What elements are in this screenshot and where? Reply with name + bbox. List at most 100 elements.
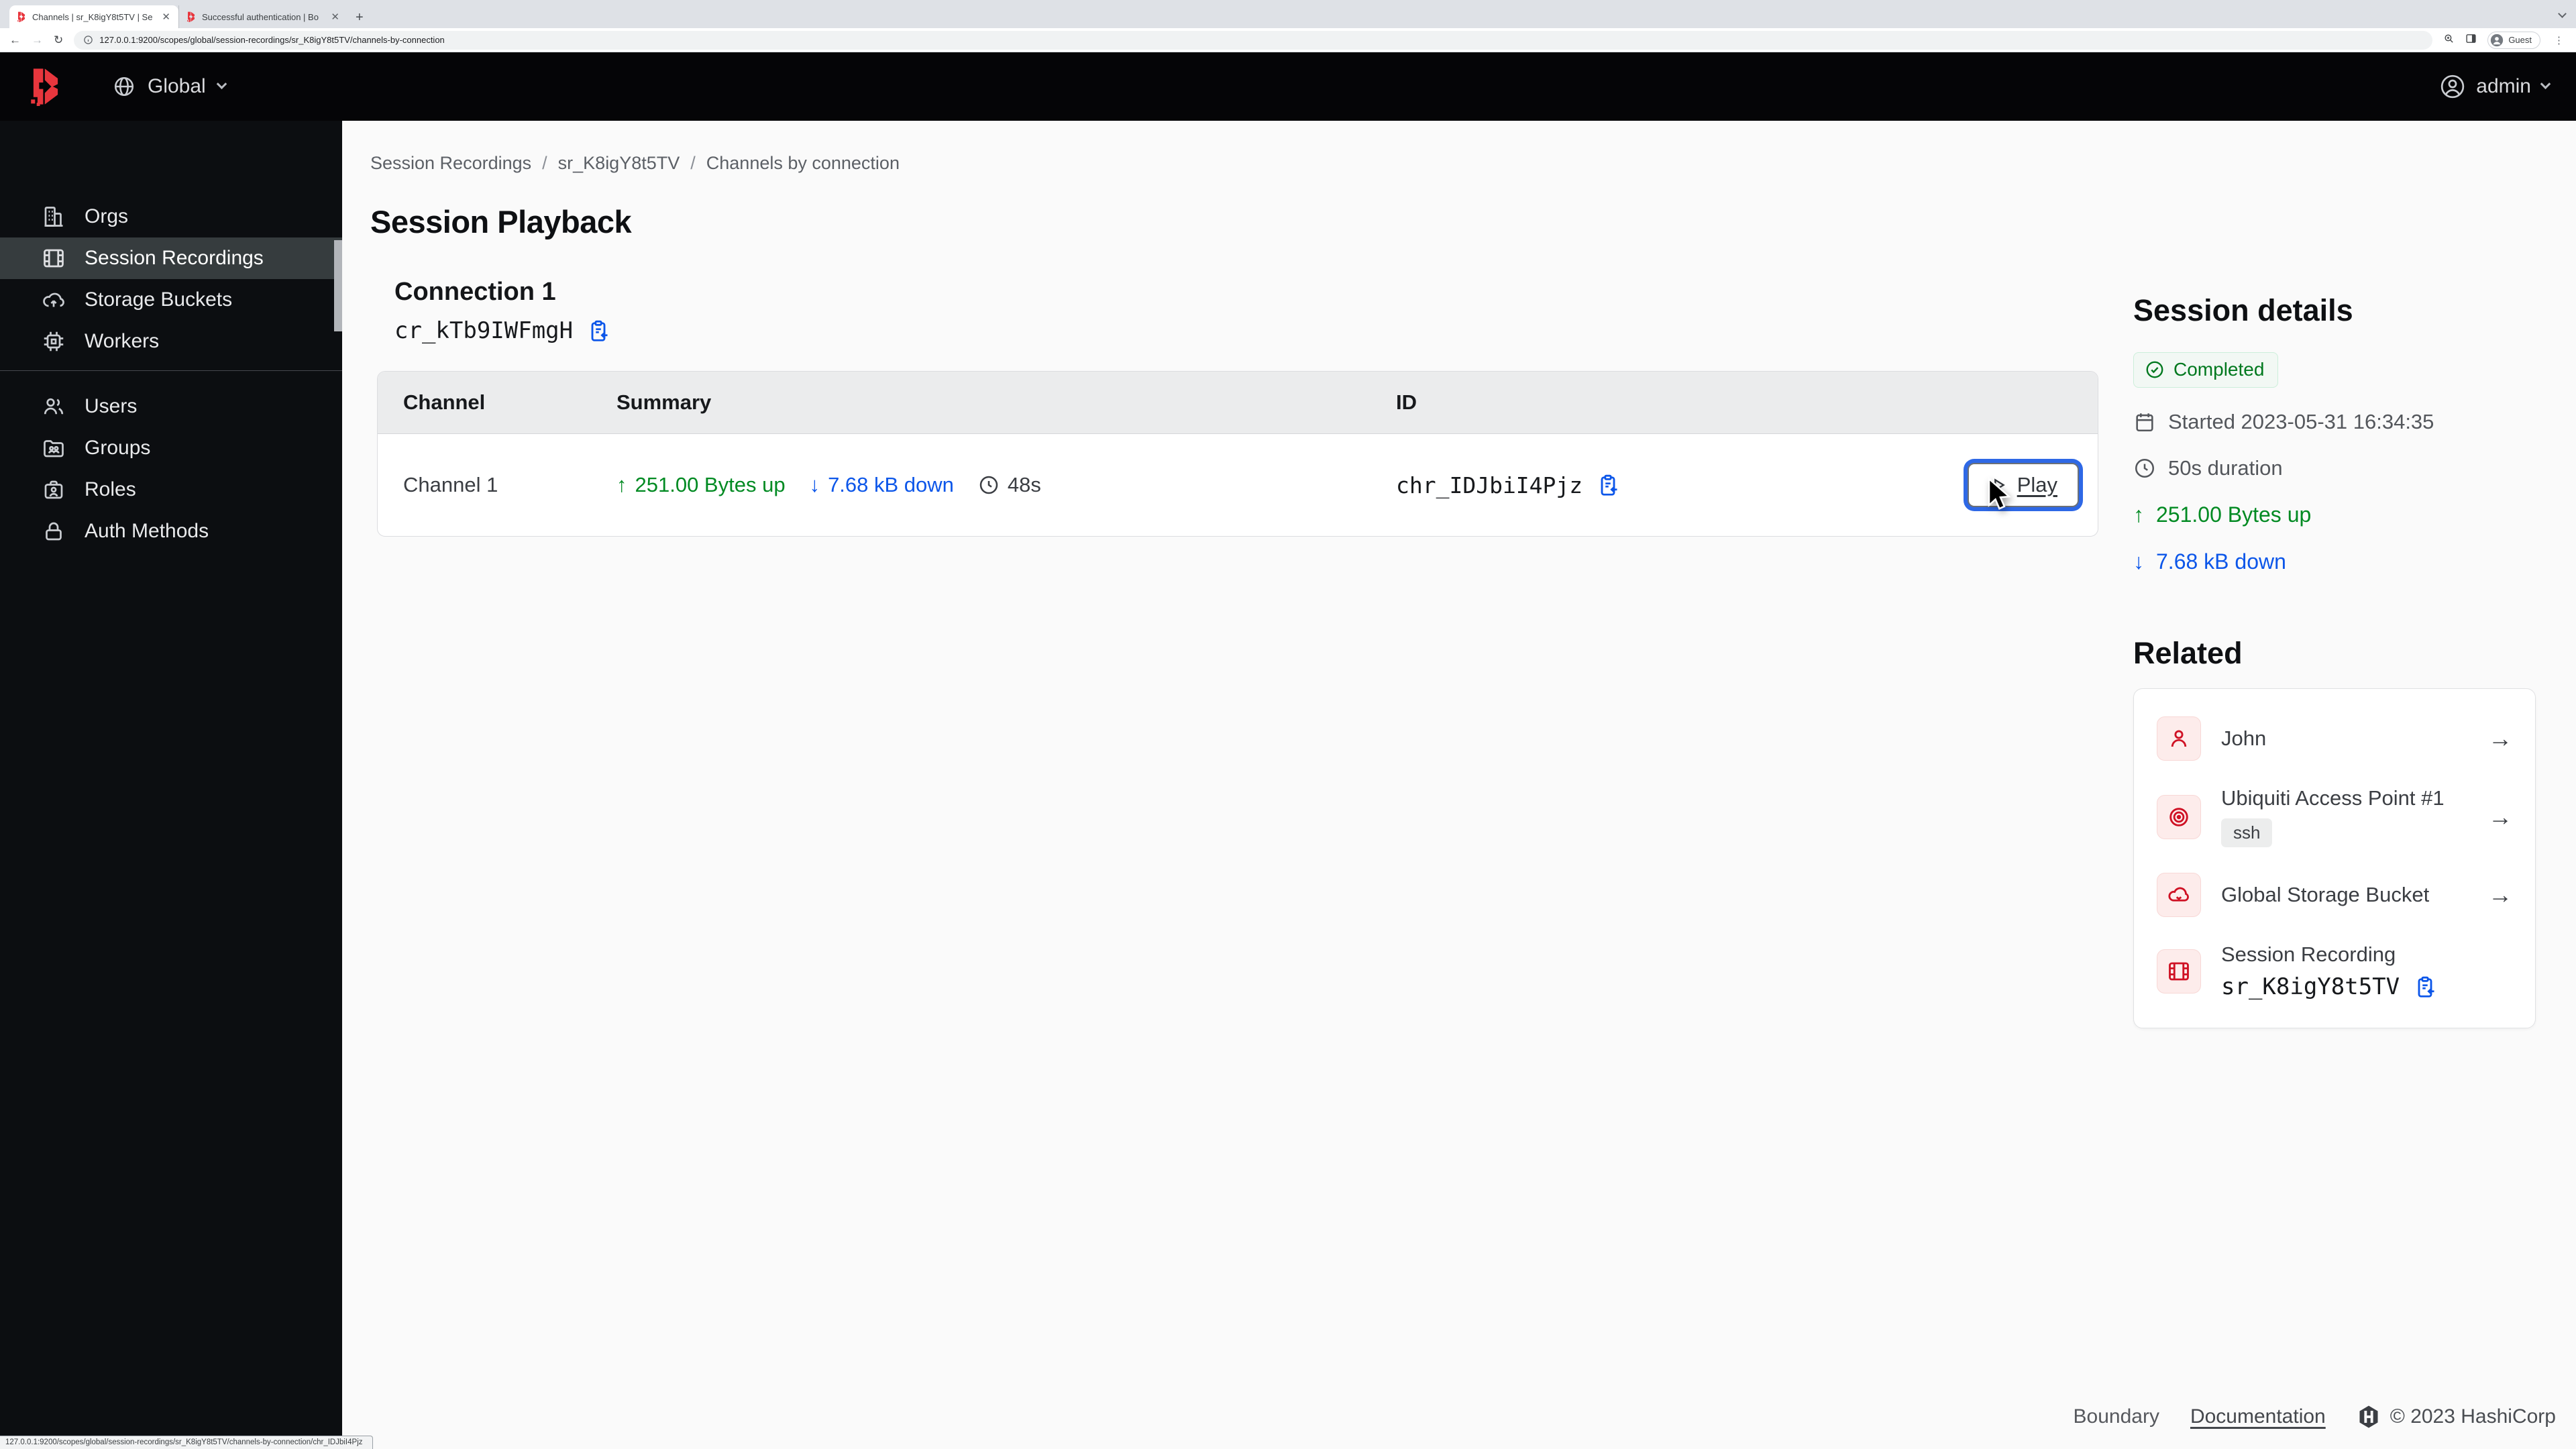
- copy-icon[interactable]: [586, 319, 610, 343]
- film-icon: [2157, 949, 2201, 994]
- tab-close-icon[interactable]: ✕: [159, 11, 173, 23]
- back-icon[interactable]: ←: [9, 34, 21, 46]
- session-bytes-up: 251.00 Bytes up: [2156, 502, 2312, 527]
- user-label: admin: [2476, 75, 2531, 97]
- play-button-label: Play: [2017, 473, 2057, 496]
- related-item-label: Global Storage Bucket: [2221, 883, 2430, 906]
- related-item-user[interactable]: John →: [2157, 704, 2512, 773]
- status-badge-label: Completed: [2174, 359, 2265, 380]
- screen: Channels | sr_K8igY8t5TV | Se ✕ Successf…: [0, 0, 2576, 1449]
- column-header-id: ID: [1396, 390, 1417, 414]
- session-started: Started 2023-05-31 16:34:35: [2168, 410, 2434, 433]
- chevron-down-icon: [2540, 78, 2551, 89]
- user-avatar-icon: [2441, 74, 2465, 99]
- content: Session Recordings / sr_K8igY8t5TV / Cha…: [342, 121, 2576, 1449]
- user-menu[interactable]: admin: [2440, 74, 2551, 99]
- cloud-upload-icon: [43, 292, 64, 307]
- play-button[interactable]: Play: [1967, 463, 2079, 510]
- info-icon[interactable]: [83, 35, 93, 45]
- connection-title: Connection 1: [394, 278, 556, 306]
- app-body: Orgs Session Recordings Storage Buckets …: [0, 121, 2576, 1449]
- channel-id: chr_IDJbiI4Pjz: [1396, 472, 1583, 498]
- hashicorp-logo-icon: [2359, 1405, 2378, 1428]
- check-circle-icon: [2146, 361, 2163, 378]
- session-started-row: Started 2023-05-31 16:34:35: [2133, 410, 2542, 434]
- bytes-down: 7.68 kB down: [828, 473, 954, 496]
- arrow-right-icon: →: [2488, 724, 2512, 752]
- cpu-icon: [44, 331, 64, 352]
- app-header: Global admin: [0, 52, 2576, 121]
- documentation-link[interactable]: Documentation: [2190, 1405, 2326, 1428]
- sidebar-item-session-recordings[interactable]: Session Recordings: [0, 237, 342, 279]
- breadcrumb: Session Recordings / sr_K8igY8t5TV / Cha…: [370, 153, 2092, 174]
- protocol-badge: ssh: [2221, 818, 2273, 847]
- tab-title: Successful authentication | Bo: [202, 11, 319, 22]
- table-header-row: Channel Summary ID: [378, 372, 2098, 434]
- calendar-icon: [2136, 413, 2153, 432]
- forward-icon[interactable]: →: [32, 34, 43, 46]
- connection-id: cr_kTb9IWFmgH: [394, 317, 574, 344]
- copy-icon[interactable]: [1596, 473, 1620, 497]
- browser-tab-strip: Channels | sr_K8igY8t5TV | Se ✕ Successf…: [0, 0, 2576, 28]
- tab-search-chevron-icon[interactable]: [2558, 8, 2567, 20]
- new-tab-button[interactable]: +: [356, 11, 364, 24]
- sidebar-item-label: Roles: [85, 478, 136, 500]
- related-item-target[interactable]: Ubiquiti Access Point #1 ssh →: [2157, 773, 2512, 860]
- browser-toolbar: ← → ↻ 127.0.0.1:9200/scopes/global/sessi…: [0, 28, 2576, 52]
- tab-title: Channels | sr_K8igY8t5TV | Se: [32, 11, 153, 22]
- page-title: Session Playback: [370, 204, 632, 239]
- guest-avatar-icon: [2491, 34, 2504, 46]
- breadcrumb-separator: /: [690, 153, 696, 173]
- table-row-channel-1: Channel 1 ↑ 251.00 Bytes up ↓ 7.68 kB down…: [378, 434, 2098, 536]
- related-item-session-recording[interactable]: Session Recording sr_K8igY8t5TV: [2157, 930, 2512, 1013]
- users-icon: [44, 398, 64, 415]
- user-icon: [2157, 716, 2201, 761]
- chevron-down-icon: [216, 78, 227, 89]
- sidebar-item-auth-methods[interactable]: Auth Methods: [0, 511, 342, 552]
- sidebar-item-users[interactable]: Users: [0, 386, 342, 427]
- sidebar-scrollbar-thumb[interactable]: [334, 240, 342, 331]
- main-column: Session Recordings / sr_K8igY8t5TV / Cha…: [370, 121, 2098, 1449]
- side-panel-icon[interactable]: [2465, 33, 2477, 48]
- copy-icon[interactable]: [2413, 975, 2437, 999]
- reload-icon[interactable]: ↻: [54, 34, 63, 46]
- sidebar-item-label: Auth Methods: [85, 520, 209, 542]
- lock-icon: [46, 522, 62, 541]
- sidebar-item-storage-buckets[interactable]: Storage Buckets: [0, 279, 342, 321]
- session-bytes-down-row: ↓ 7.68 kB down: [2133, 549, 2542, 574]
- sidebar-item-workers[interactable]: Workers: [0, 321, 342, 362]
- related-item-label: John: [2221, 727, 2267, 750]
- url-bar[interactable]: 127.0.0.1:9200/scopes/global/session-rec…: [74, 30, 2433, 50]
- channel-name: Channel 1: [403, 473, 498, 496]
- related-item-storage-bucket[interactable]: Global Storage Bucket →: [2157, 860, 2512, 930]
- browser-menu-icon[interactable]: ⋮: [2551, 34, 2567, 46]
- breadcrumb-session-recordings[interactable]: Session Recordings: [370, 153, 531, 174]
- arrow-right-icon: →: [2488, 881, 2512, 908]
- related-item-label: Session Recording: [2221, 943, 2396, 966]
- browser-tab-channels[interactable]: Channels | sr_K8igY8t5TV | Se ✕: [9, 5, 178, 28]
- zoom-icon[interactable]: [2443, 33, 2455, 48]
- target-icon: [2157, 794, 2201, 839]
- app-footer: Boundary Documentation © 2023 HashiCorp: [2074, 1405, 2556, 1429]
- scope-picker[interactable]: Global: [113, 75, 227, 98]
- profile-button[interactable]: Guest: [2487, 31, 2540, 49]
- sidebar-item-orgs[interactable]: Orgs: [0, 196, 342, 237]
- browser-tab-auth[interactable]: Successful authentication | Bo ✕: [178, 5, 347, 28]
- briefcase-icon: [44, 480, 63, 499]
- boundary-logo[interactable]: [27, 67, 64, 106]
- arrow-up-icon: ↑: [2133, 502, 2144, 527]
- sidebar-item-label: Orgs: [85, 205, 129, 227]
- bytes-up: 251.00 Bytes up: [635, 473, 786, 496]
- related-card: John → Ubiquiti Access Point #1 ssh → Gl…: [2133, 688, 2536, 1028]
- breadcrumb-recording-id[interactable]: sr_K8igY8t5TV: [558, 153, 680, 174]
- tab-close-icon[interactable]: ✕: [328, 11, 342, 23]
- breadcrumb-current: Channels by connection: [706, 153, 900, 173]
- status-badge: Completed: [2133, 352, 2279, 388]
- boundary-favicon-icon: [16, 11, 27, 22]
- sidebar-divider: [0, 370, 342, 371]
- sidebar-item-groups[interactable]: Groups: [0, 427, 342, 469]
- footer-copyright: © 2023 HashiCorp: [2390, 1405, 2556, 1428]
- arrow-down-icon: ↓: [809, 473, 820, 496]
- sidebar-item-roles[interactable]: Roles: [0, 469, 342, 511]
- related-item-label: Ubiquiti Access Point #1: [2221, 786, 2445, 810]
